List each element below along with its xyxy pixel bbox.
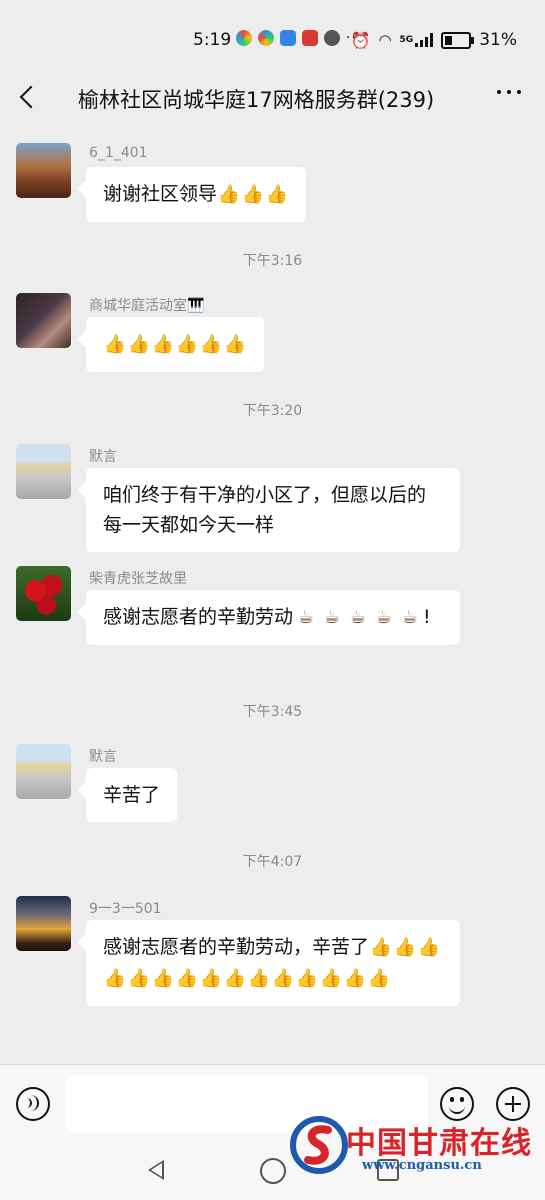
color-icon xyxy=(236,30,252,46)
thumbs-up-icon: 👍 xyxy=(369,937,393,958)
timestamp: 下午4:07 xyxy=(242,854,303,870)
message-bubble[interactable]: 感谢志愿者的辛勤劳动，辛苦了👍👍👍👍👍👍👍👍👍👍👍👍👍👍👍 👍👍👍👍👍👍👍👍👍👍… xyxy=(86,920,460,1006)
coffee-icon: ☕ xyxy=(401,607,419,628)
cloud-icon xyxy=(280,30,296,46)
timestamp: 下午3:16 xyxy=(242,253,303,269)
nav-back-icon[interactable] xyxy=(148,1160,164,1180)
thumbs-up-icon: 👍 xyxy=(367,968,391,989)
thumbs-up-icon: 👍 xyxy=(223,334,247,355)
wifi-icon: ◠ xyxy=(378,31,392,49)
battery-icon xyxy=(441,31,475,49)
timestamp: 下午3:20 xyxy=(242,403,303,419)
battery-percent: 31% xyxy=(479,30,517,50)
thumbs-up-icon: 👍 xyxy=(103,334,127,355)
status-time: 5:19 xyxy=(193,30,232,50)
network-type: 5G xyxy=(399,35,414,45)
thumbs-up-icon: 👍 xyxy=(271,968,295,989)
message-text: 感谢志愿者的辛勤劳动 xyxy=(103,606,294,628)
watermark: 中国甘肃在线 www.cngansu.cn xyxy=(288,1112,538,1182)
thumbs-up-icon: 👍 xyxy=(319,968,343,989)
coffee-icon: ☕ xyxy=(297,607,315,628)
thumbs-up-icon: 👍 xyxy=(343,968,367,989)
more-icon[interactable] xyxy=(497,90,521,94)
thumbs-up-icon: 👍 xyxy=(241,184,265,205)
thumbs-up-icon: 👍 xyxy=(151,968,175,989)
chat-header: 榆林社区尚城华庭17网格服务群(239) xyxy=(0,70,545,126)
thumbs-up-icon: 👍 xyxy=(223,968,247,989)
thumbs-up-icon: 👍 xyxy=(175,968,199,989)
avatar[interactable] xyxy=(16,896,71,951)
avatar[interactable] xyxy=(16,744,71,799)
thumbs-up-icon: 👍 xyxy=(127,334,151,355)
thumbs-up-icon: 👍 xyxy=(247,968,271,989)
sender-name: 默言 xyxy=(89,449,117,465)
watermark-name: 中国甘肃在线 xyxy=(346,1126,532,1161)
voice-icon[interactable] xyxy=(16,1087,50,1121)
avatar[interactable] xyxy=(16,293,71,348)
sender-name: 默言 xyxy=(89,749,117,765)
notification-icons: ··· xyxy=(236,30,362,46)
avatar[interactable] xyxy=(16,143,71,198)
message-bubble[interactable]: 咱们终于有干净的小区了，但愿以后的每一天都如今天一样 xyxy=(86,468,460,552)
message-bubble[interactable]: 👍👍👍👍👍👍 👍👍👍👍👍👍 xyxy=(86,317,264,372)
thumbs-up-icon: 👍 xyxy=(295,968,319,989)
thumbs-up-icon: 👍 xyxy=(127,968,151,989)
sender-name: 商城华庭活动室🎹 xyxy=(89,298,205,314)
system-icons: ⏰ ◠ 5G 31% xyxy=(351,30,517,50)
message-text: 感谢志愿者的辛勤劳动，辛苦了 xyxy=(103,936,370,958)
sender-name: 柴青虎张芝故里 xyxy=(89,571,187,587)
thumbs-up-icon: 👍 xyxy=(199,968,223,989)
thumbs-up-icon: 👍 xyxy=(417,937,441,958)
color-icon xyxy=(258,30,274,46)
thumbs-up-icon: 👍 xyxy=(175,334,199,355)
nav-home-icon[interactable] xyxy=(260,1158,286,1184)
chat-title: 榆林社区尚城华庭17网格服务群(239) xyxy=(78,88,435,112)
sender-name: 9一3一501 xyxy=(89,901,162,917)
message-text: 咱们终于有干净的小区了，但愿以后的每一天都如今天一样 xyxy=(103,484,427,536)
alarm-icon: ⏰ xyxy=(350,30,371,50)
coffee-icon: ☕ xyxy=(375,607,393,628)
message-text: 辛苦了 xyxy=(103,784,161,806)
back-icon[interactable] xyxy=(14,82,44,112)
thumbs-up-icon: 👍 xyxy=(103,968,127,989)
thumbs-up-icon: 👍 xyxy=(393,937,417,958)
thumbs-up-icon: 👍 xyxy=(217,184,241,205)
status-bar: 5:19 ··· ⏰ ◠ 5G 31% xyxy=(0,0,545,70)
timestamp: 下午3:45 xyxy=(242,704,303,720)
thumbs-up-icon: 👍 xyxy=(199,334,223,355)
coffee-icon: ☕ xyxy=(323,607,341,628)
message-bubble[interactable]: 辛苦了 xyxy=(86,768,178,822)
h-icon xyxy=(302,30,318,46)
avatar[interactable] xyxy=(16,566,71,621)
coffee-icon: ☕ xyxy=(349,607,367,628)
thumbs-up-icon: 👍 xyxy=(265,184,289,205)
message-bubble[interactable]: 感谢志愿者的辛勤劳动☕☕☕☕☕! ☕☕☕☕☕ xyxy=(86,590,460,645)
avatar[interactable] xyxy=(16,444,71,499)
thumbs-up-icon: 👍 xyxy=(151,334,175,355)
battery-level xyxy=(445,35,453,45)
watermark-url: www.cngansu.cn xyxy=(362,1158,482,1173)
message-suffix: ! xyxy=(423,606,431,628)
message-bubble[interactable]: 谢谢社区领导👍👍👍 👍👍👍 xyxy=(86,167,307,222)
signal-icon xyxy=(415,33,434,47)
sender-name: 6_1_401 xyxy=(89,145,148,161)
message-text: 谢谢社区领导 xyxy=(103,183,218,205)
watermark-logo-icon xyxy=(290,1116,348,1174)
message-icon xyxy=(324,30,340,46)
